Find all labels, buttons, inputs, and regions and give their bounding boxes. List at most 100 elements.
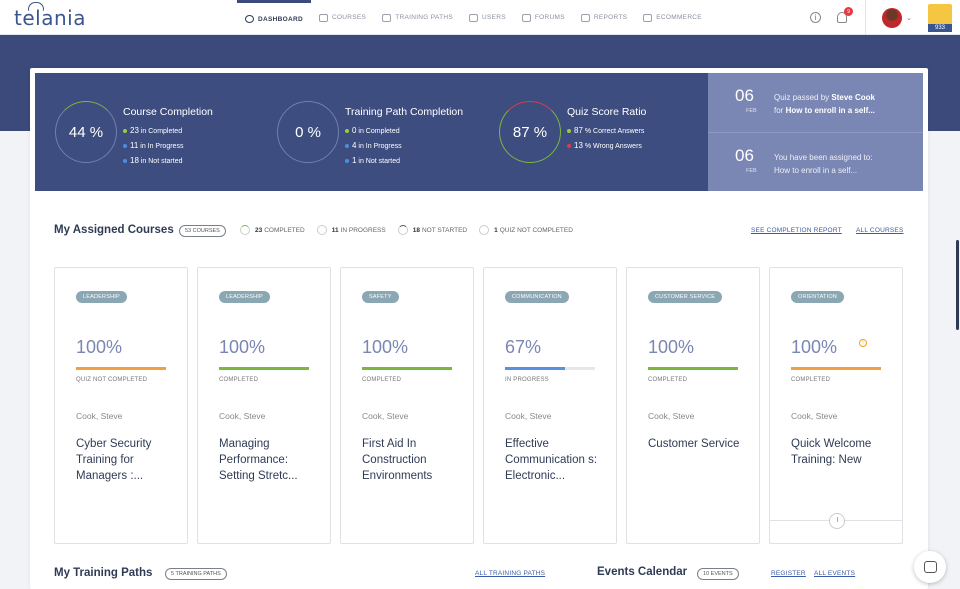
- nav-forums[interactable]: FORUMS: [514, 0, 573, 35]
- notifications-button[interactable]: 9: [837, 7, 854, 23]
- course-author: Cook, Steve: [648, 411, 695, 421]
- course-category-tag: SAFETY: [362, 291, 399, 303]
- dashboard-icon: [245, 15, 254, 23]
- notification-item[interactable]: 06 FEB You have been assigned to: How to…: [708, 132, 923, 191]
- stat-lines: 87 % Correct Answers 13 % Wrong Answers: [567, 124, 644, 154]
- course-progress-percent: 100%: [362, 337, 409, 357]
- course-title[interactable]: Managing Performance: Setting Stretc...: [219, 436, 324, 484]
- course-progress-percent: 100%: [791, 337, 838, 357]
- course-status: QUIZ NOT COMPLETED: [76, 377, 148, 383]
- stat-lines: 23 in Completed 11 in In Progress 18 in No…: [123, 124, 183, 169]
- all-training-paths-link[interactable]: ALL TRAINING PATHS: [475, 570, 545, 577]
- course-status: COMPLETED: [219, 377, 259, 383]
- course-progress-percent: 100%: [76, 337, 123, 357]
- all-courses-link[interactable]: ALL COURSES: [856, 227, 903, 234]
- status-dot-icon: [123, 144, 127, 149]
- main-nav: DASHBOARD COURSES TRAINING PATHS USERS FORUM…: [237, 0, 710, 35]
- notification-count-badge: 9: [844, 7, 854, 16]
- quiz-score-ring: 87 %: [499, 101, 561, 163]
- telania-logo[interactable]: telania: [14, 2, 86, 30]
- events-count-pill: 10 EVENTS: [697, 568, 739, 580]
- stat-title: Training Path Completion: [345, 106, 464, 118]
- course-title[interactable]: Cyber Security Training for Managers :..…: [76, 436, 181, 484]
- course-progress-percent: 100%: [219, 337, 266, 357]
- courses-icon: [318, 13, 328, 22]
- info-icon[interactable]: i: [810, 12, 822, 23]
- course-progress-bar: [76, 367, 166, 370]
- course-card[interactable]: ORIENTATION 100% COMPLETED Cook, Steve Quick…: [769, 267, 903, 544]
- course-author: Cook, Steve: [505, 411, 552, 421]
- trophy-points: 933: [928, 23, 952, 32]
- summary-in-progress[interactable]: 11 IN PROGRESS: [316, 225, 386, 235]
- course-progress-fill: [791, 367, 881, 370]
- course-status: COMPLETED: [362, 377, 402, 383]
- user-avatar[interactable]: [882, 7, 903, 28]
- warning-icon[interactable]: !: [859, 339, 867, 347]
- nav-ecommerce[interactable]: ECOMMERCE: [635, 0, 710, 35]
- summary-quiz-not-completed[interactable]: 1 QUIZ NOT COMPLETED: [479, 225, 573, 235]
- summary-completed[interactable]: 23 COMPLETED: [240, 225, 305, 235]
- course-card[interactable]: SAFETY 100% COMPLETED Cook, Steve First Aid …: [340, 267, 474, 544]
- nav-courses[interactable]: COURSES: [311, 0, 374, 35]
- course-category-tag: LEADERSHIP: [76, 291, 127, 303]
- nav-users[interactable]: USERS: [461, 0, 514, 35]
- course-card[interactable]: COMMUNICATION 67% IN PROGRESS Cook, Steve Ef…: [483, 267, 617, 544]
- notification-item[interactable]: 06 FEB Quiz passed by Steve Cook for How…: [708, 73, 923, 132]
- nav-label: USERS: [481, 14, 506, 21]
- chevron-down-icon[interactable]: ⌄: [906, 14, 912, 22]
- course-author: Cook, Steve: [219, 411, 266, 421]
- note-text: You have been assigned to: How to enroll…: [774, 153, 873, 175]
- top-right-tools: i 9 ⌄ 933: [810, 0, 960, 35]
- stat-title: Course Completion: [123, 106, 213, 118]
- course-title[interactable]: Customer Service: [648, 436, 753, 452]
- nav-reports[interactable]: REPORTS: [573, 0, 635, 35]
- assigned-courses-title: My Assigned Courses: [54, 224, 174, 236]
- progress-ring-icon: [240, 225, 250, 235]
- events-calendar-title: Events Calendar: [597, 566, 688, 578]
- stat-line: 23 in Completed: [123, 124, 183, 139]
- progress-ring-icon: [316, 225, 327, 235]
- course-author: Cook, Steve: [76, 411, 123, 421]
- nav-label: DASHBOARD: [258, 15, 303, 23]
- status-dot-icon: [345, 144, 349, 149]
- course-progress-fill: [648, 367, 738, 370]
- page-scrollbar[interactable]: [956, 240, 959, 330]
- ecommerce-icon: [643, 13, 653, 22]
- course-author: Cook, Steve: [362, 411, 409, 421]
- stat-lines: 0 in Completed 4 in In Progress 1 in Not s…: [345, 124, 402, 169]
- stat-line: 87 % Correct Answers: [567, 124, 644, 139]
- course-status: IN PROGRESS: [505, 377, 549, 383]
- nav-training-paths[interactable]: TRAINING PATHS: [374, 0, 461, 35]
- course-category-tag: ORIENTATION: [791, 291, 844, 303]
- status-dot-icon: [123, 129, 127, 134]
- register-link[interactable]: REGISTER: [771, 570, 806, 577]
- course-status-summary: 23 COMPLETED 11 IN PROGRESS 18 NOT STARTED 1 QU…: [240, 225, 585, 235]
- chat-icon: [923, 561, 937, 573]
- course-title[interactable]: Quick Welcome Training: New: [791, 436, 896, 468]
- stats-strip: 44 % Course Completion 23 in Completed 11…: [35, 73, 923, 191]
- course-progress-fill: [76, 367, 166, 370]
- status-dot-icon: [567, 129, 571, 134]
- course-title[interactable]: Effective Communication s: Electronic...: [505, 436, 610, 484]
- courses-count-pill: 53 COURSES: [179, 225, 226, 237]
- stat-line: 13 % Wrong Answers: [567, 139, 644, 154]
- summary-not-started[interactable]: 18 NOT STARTED: [397, 225, 467, 235]
- divider: [865, 0, 867, 35]
- status-dot-icon: [345, 159, 349, 164]
- course-card[interactable]: CUSTOMER SERVICE 100% COMPLETED Cook, Steve…: [626, 267, 760, 544]
- nav-dashboard[interactable]: DASHBOARD: [237, 0, 311, 35]
- course-progress-percent: 67%: [505, 337, 542, 357]
- course-category-tag: CUSTOMER SERVICE: [648, 291, 723, 303]
- course-title[interactable]: First Aid In Construction Environments: [362, 436, 467, 484]
- note-month: FEB: [746, 108, 757, 114]
- course-progress-bar: [219, 367, 309, 370]
- course-card[interactable]: LEADERSHIP 100% QUIZ NOT COMPLETED Cook, St…: [54, 267, 188, 544]
- course-card[interactable]: LEADERSHIP 100% COMPLETED Cook, Steve Managi…: [197, 267, 331, 544]
- nav-label: REPORTS: [593, 14, 628, 21]
- trophy-icon[interactable]: 933: [928, 3, 952, 32]
- see-completion-report-link[interactable]: SEE COMPLETION REPORT: [751, 227, 842, 234]
- all-events-link[interactable]: ALL EVENTS: [814, 570, 855, 577]
- course-progress-fill: [505, 367, 566, 370]
- chat-button[interactable]: [914, 551, 946, 583]
- course-progress-bar: [505, 367, 595, 370]
